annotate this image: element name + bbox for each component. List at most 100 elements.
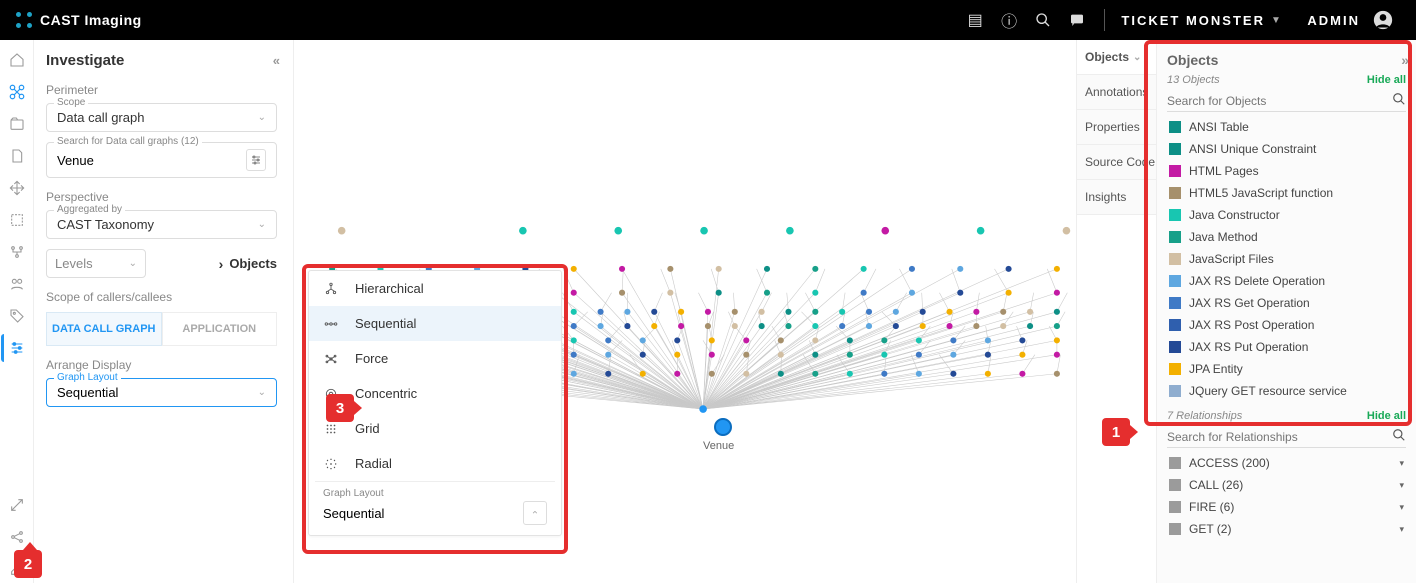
relationships-search-input[interactable] <box>1167 430 1392 444</box>
search-input[interactable] <box>57 153 240 168</box>
object-type-item[interactable]: JAX RS Put Operation <box>1167 336 1406 358</box>
collapse-menu-button[interactable]: ⌄ <box>523 501 547 525</box>
object-type-item[interactable]: HTML5 JavaScript function <box>1167 182 1406 204</box>
tab-source-code[interactable]: Source Code <box>1077 145 1156 180</box>
object-type-label: JAX RS Delete Operation <box>1189 274 1325 288</box>
relationship-item[interactable]: CALL (26) ▾ <box>1167 474 1406 496</box>
filter-icon[interactable] <box>246 149 266 171</box>
object-type-item[interactable]: JAX RS Post Operation <box>1167 314 1406 336</box>
move-icon[interactable] <box>3 174 31 202</box>
relationship-item[interactable]: GET (2)▾ <box>1167 518 1406 540</box>
sliders-icon[interactable] <box>1 334 29 362</box>
branch-icon[interactable] <box>3 238 31 266</box>
icon-rail <box>0 40 34 583</box>
hide-all-link[interactable]: Hide all <box>1367 74 1406 86</box>
layout-option-label: Hierarchical <box>355 281 424 296</box>
center-node-label: Venue <box>703 440 734 452</box>
tab-properties[interactable]: Properties <box>1077 110 1156 145</box>
swatch-icon <box>1169 501 1181 513</box>
object-type-item[interactable]: JQuery GET resource service <box>1167 380 1406 402</box>
tab-annotations[interactable]: Annotations <box>1077 75 1156 110</box>
object-type-item[interactable]: JavaScript Files <box>1167 248 1406 270</box>
layout-option-force[interactable]: Force <box>309 341 561 376</box>
objects-panel: Objects» 13 ObjectsHide all ANSI TableAN… <box>1156 40 1416 583</box>
search-toplabel: Search for Data call graphs (12) <box>54 136 202 147</box>
context-label[interactable]: TICKET MONSTER <box>1121 13 1265 28</box>
chevron-down-icon: ⌄ <box>129 258 137 269</box>
expand-icon[interactable] <box>3 491 31 519</box>
folder-icon[interactable] <box>3 110 31 138</box>
collapse-icon[interactable]: « <box>273 53 277 68</box>
search-input-box[interactable] <box>46 142 277 178</box>
chevron-down-icon: ▾ <box>1399 458 1404 469</box>
search-icon[interactable] <box>1392 92 1406 109</box>
tab-application[interactable]: APPLICATION <box>162 312 278 346</box>
graph-layout-input[interactable] <box>57 385 258 400</box>
relationship-label: FIRE (6) <box>1189 500 1234 514</box>
object-type-item[interactable]: JPA Entity <box>1167 358 1406 380</box>
chevron-down-icon: ⌄ <box>258 387 266 398</box>
swatch-icon <box>1169 385 1181 397</box>
object-type-item[interactable]: JAX RS Delete Operation <box>1167 270 1406 292</box>
object-type-item[interactable]: JAX RS Get Operation <box>1167 292 1406 314</box>
file-icon[interactable] <box>3 142 31 170</box>
levels-select[interactable]: Levels ⌄ <box>46 249 146 278</box>
relationships-search <box>1167 426 1406 448</box>
swatch-icon <box>1169 165 1181 177</box>
arrange-label: Arrange Display <box>46 358 277 372</box>
select-icon[interactable] <box>3 206 31 234</box>
object-type-label: ANSI Table <box>1189 120 1249 134</box>
chevron-down-icon[interactable]: ▼ <box>1271 15 1281 26</box>
perspective-label: Perspective <box>46 190 277 204</box>
callout-3: 3 <box>326 394 354 422</box>
tag-icon[interactable] <box>3 302 31 330</box>
object-type-item[interactable]: Java Method <box>1167 226 1406 248</box>
layout-option-hierarchical[interactable]: Hierarchical <box>309 271 561 306</box>
objects-search-input[interactable] <box>1167 94 1392 108</box>
object-type-item[interactable]: ANSI Table <box>1167 116 1406 138</box>
docs-icon[interactable]: ▤ <box>958 3 992 37</box>
chevron-down-icon: ▾ <box>1399 480 1404 491</box>
object-type-item[interactable]: ANSI Unique Constraint <box>1167 138 1406 160</box>
relationship-label: CALL (26) <box>1189 478 1243 492</box>
home-icon[interactable] <box>3 46 31 74</box>
layout-option-label: Radial <box>355 456 392 471</box>
object-type-item[interactable]: HTML Pages <box>1167 160 1406 182</box>
object-type-label: JAX RS Put Operation <box>1189 340 1308 354</box>
center-node[interactable] <box>714 418 732 436</box>
object-type-label: ANSI Unique Constraint <box>1189 142 1316 156</box>
objects-link[interactable]: ›Objects <box>146 249 277 278</box>
relationship-item[interactable]: ACCESS (200)▾ <box>1167 452 1406 474</box>
layout-option-label: Concentric <box>355 386 417 401</box>
object-type-label: JAX RS Post Operation <box>1189 318 1314 332</box>
layout-option-sequential[interactable]: Sequential <box>309 306 561 341</box>
layout-option-radial[interactable]: Radial <box>309 446 561 481</box>
popup-gl-input[interactable] <box>323 506 517 521</box>
force-icon <box>323 352 339 366</box>
radial-icon <box>323 457 339 471</box>
search-icon[interactable] <box>1392 428 1406 445</box>
search-icon[interactable] <box>1026 3 1060 37</box>
investigate-icon[interactable] <box>3 78 31 106</box>
brand-label: CAST Imaging <box>40 12 142 28</box>
tab-insights[interactable]: Insights <box>1077 180 1156 215</box>
swatch-icon <box>1169 297 1181 309</box>
object-type-item[interactable]: Java Constructor <box>1167 204 1406 226</box>
tab-data-call-graph[interactable]: DATA CALL GRAPH <box>46 312 162 346</box>
sequential-icon <box>323 317 339 331</box>
group-icon[interactable] <box>3 270 31 298</box>
relationship-item[interactable]: FIRE (6) ▾ <box>1167 496 1406 518</box>
user-label[interactable]: ADMIN <box>1307 13 1360 28</box>
hide-all-rel-link[interactable]: Hide all <box>1367 410 1406 422</box>
objects-title: Objects <box>1167 52 1218 68</box>
info-icon[interactable]: ⓘ <box>992 3 1026 37</box>
chevron-down-icon: ▾ <box>1399 502 1404 513</box>
object-type-label: HTML5 JavaScript function <box>1189 186 1333 200</box>
swatch-icon <box>1169 523 1181 535</box>
expand-right-icon[interactable]: » <box>1401 52 1406 68</box>
avatar-icon[interactable] <box>1366 3 1400 37</box>
chat-icon[interactable] <box>1060 3 1094 37</box>
swatch-icon <box>1169 121 1181 133</box>
tab-objects[interactable]: Objects⌄ <box>1077 40 1156 75</box>
swatch-icon <box>1169 253 1181 265</box>
